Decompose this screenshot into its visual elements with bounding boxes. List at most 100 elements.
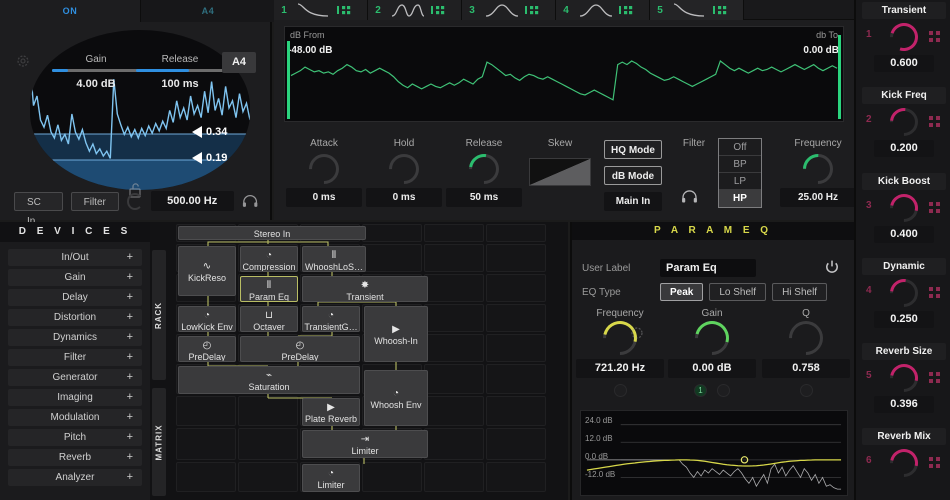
release-knob[interactable]	[462, 147, 506, 191]
hold-value[interactable]: 0 ms	[366, 188, 442, 207]
rack-node-compression[interactable]: ◔ Compression	[240, 246, 298, 272]
eq-gain-knob[interactable]	[687, 313, 737, 363]
eq-frequency-control[interactable]: Frequency 721.20 Hz	[576, 308, 664, 397]
eq-gain-mod-slot-1[interactable]: 1	[694, 384, 707, 397]
add-icon[interactable]: +	[127, 249, 133, 266]
rack-node-saturation[interactable]: ⌁ Saturation	[178, 366, 360, 394]
filter-option-off[interactable]: Off	[719, 139, 761, 156]
hold-control[interactable]: Hold 0 ms	[366, 138, 442, 207]
device-item-pitch[interactable]: Pitch +	[8, 429, 142, 446]
rack-node-transientg[interactable]: ◔ TransientG…	[302, 306, 360, 332]
add-icon[interactable]: +	[127, 389, 133, 406]
threshold-lower[interactable]: 0.19	[192, 152, 227, 164]
segment-curve-icon[interactable]	[670, 1, 710, 19]
filter-option-hp[interactable]: HP	[719, 190, 761, 207]
segment-curve-icon[interactable]	[576, 1, 616, 19]
macro-name-4[interactable]: Dynamic	[862, 257, 946, 275]
user-label-input[interactable]: Param Eq	[660, 259, 756, 277]
device-item-distortion[interactable]: Distortion +	[8, 309, 142, 326]
macro-value-4[interactable]: 0.250	[874, 310, 934, 328]
filter-knob[interactable]	[126, 192, 143, 210]
device-item-modulation[interactable]: Modulation +	[8, 409, 142, 426]
macro-name-6[interactable]: Reverb Mix	[862, 428, 946, 446]
add-icon[interactable]: +	[127, 429, 133, 446]
release-value-env[interactable]: 50 ms	[446, 188, 522, 207]
rack-node-stereo-in[interactable]: Stereo In	[178, 226, 366, 240]
attack-knob[interactable]	[302, 147, 346, 191]
eq-frequency-mod-dot[interactable]	[613, 384, 627, 397]
eq-frequency-value[interactable]: 721.20 Hz	[576, 359, 664, 378]
db-from-value[interactable]: -48.00 dB	[288, 45, 332, 56]
segment-curve-icon[interactable]	[388, 1, 428, 19]
power-icon[interactable]	[824, 259, 840, 275]
add-icon[interactable]: +	[127, 329, 133, 346]
attack-control[interactable]: Attack 0 ms	[286, 138, 362, 207]
db-to-value[interactable]: 0.00 dB	[803, 45, 839, 56]
gain-control[interactable]: Gain 4.00 dB	[52, 54, 140, 90]
macro-name-2[interactable]: Kick Freq	[862, 87, 946, 105]
device-item-imaging[interactable]: Imaging +	[8, 389, 142, 406]
rack-node-whooshlos[interactable]: ⦀ WhooshLoS…	[302, 246, 366, 272]
envelope-display[interactable]: dB From -48.00 dB db To 0.00 dB	[284, 26, 844, 122]
headphone-icon[interactable]	[681, 190, 698, 203]
rack-node-transient[interactable]: ✸ Transient	[302, 276, 428, 302]
segment-tab-1[interactable]: 1	[274, 0, 368, 20]
add-icon[interactable]: +	[127, 449, 133, 466]
eq-type-hi-shelf[interactable]: Hi Shelf	[772, 283, 828, 301]
rack-node-limiter[interactable]: ◔ Limiter	[302, 464, 360, 492]
frequency-control[interactable]: Frequency 25.00 Hz	[780, 138, 856, 207]
macro-assign-icon-2[interactable]	[928, 115, 942, 129]
device-item-delay[interactable]: Delay +	[8, 289, 142, 306]
rack-node-whoosh-in[interactable]: ▶ Whoosh-In	[364, 306, 428, 362]
macro-value-2[interactable]: 0.200	[874, 140, 934, 158]
eq-q-control[interactable]: Q 0.758	[762, 308, 850, 397]
dots-icon[interactable]	[522, 1, 548, 19]
filter-button[interactable]: Filter	[70, 191, 119, 211]
macro-assign-icon-3[interactable]	[928, 201, 942, 215]
rack-node-whoosh-env[interactable]: ◔ Whoosh Env	[364, 370, 428, 426]
rack-node-limiter[interactable]: ⇥ Limiter	[302, 430, 428, 458]
view-tab-rack[interactable]: RACK	[152, 250, 166, 380]
threshold-upper[interactable]: 0.34	[192, 126, 227, 138]
device-item-generator[interactable]: Generator +	[8, 369, 142, 386]
eq-q-mod-dot[interactable]	[799, 384, 813, 397]
macro-assign-icon-4[interactable]	[928, 286, 942, 300]
dots-icon[interactable]	[334, 1, 360, 19]
headphone-icon[interactable]	[242, 194, 258, 208]
filter-option-lp[interactable]: LP	[719, 173, 761, 190]
sc-frequency-value[interactable]: 500.00 Hz	[150, 191, 234, 211]
eq-q-value[interactable]: 0.758	[762, 359, 850, 378]
macro-name-5[interactable]: Reverb Size	[862, 343, 946, 361]
device-item-in-out[interactable]: In/Out +	[8, 249, 142, 266]
macro-knob-2[interactable]	[884, 102, 924, 143]
filter-option-bp[interactable]: BP	[719, 156, 761, 173]
segment-curve-icon[interactable]	[294, 1, 334, 19]
eq-type-lo-shelf[interactable]: Lo Shelf	[709, 283, 767, 301]
segment-tab-2[interactable]: 2	[368, 0, 462, 20]
macro-value-5[interactable]: 0.396	[874, 396, 934, 414]
rack-node-predelay[interactable]: ◴ PreDelay	[240, 336, 360, 362]
view-tab-matrix[interactable]: MATRIX	[152, 388, 166, 496]
attack-value[interactable]: 0 ms	[286, 188, 362, 207]
segment-tab-4[interactable]: 4	[556, 0, 650, 20]
segment-curve-icon[interactable]	[482, 1, 522, 19]
macro-assign-icon-5[interactable]	[928, 371, 942, 385]
add-icon[interactable]: +	[127, 269, 133, 286]
eq-gain-mod-dot[interactable]	[717, 384, 730, 397]
frequency-knob[interactable]	[796, 147, 840, 191]
eq-curve-graph[interactable]: 24.0 dB 12.0 dB 0.0 dB -12.0 dB	[580, 410, 848, 496]
segment-tab-5[interactable]: 5	[650, 0, 744, 20]
device-item-reverb[interactable]: Reverb +	[8, 449, 142, 466]
rack-node-plate-reverb[interactable]: ▶ Plate Reverb	[302, 398, 360, 426]
rack-node-octaver[interactable]: ⊔ Octaver	[240, 306, 298, 332]
eq-type-peak[interactable]: Peak	[660, 283, 704, 301]
rack-node-lowkick-env[interactable]: ◔ LowKick Env	[178, 306, 236, 332]
macro-knob-1[interactable]	[884, 17, 924, 57]
macro-name-3[interactable]: Kick Boost	[862, 172, 946, 190]
macro-assign-icon-6[interactable]	[928, 456, 942, 470]
hq-mode-button[interactable]: HQ Mode	[604, 140, 662, 159]
macro-knob-5[interactable]	[884, 358, 924, 398]
add-icon[interactable]: +	[127, 409, 133, 426]
device-item-analyzer[interactable]: Analyzer +	[8, 469, 142, 486]
device-item-dynamics[interactable]: Dynamics +	[8, 329, 142, 346]
